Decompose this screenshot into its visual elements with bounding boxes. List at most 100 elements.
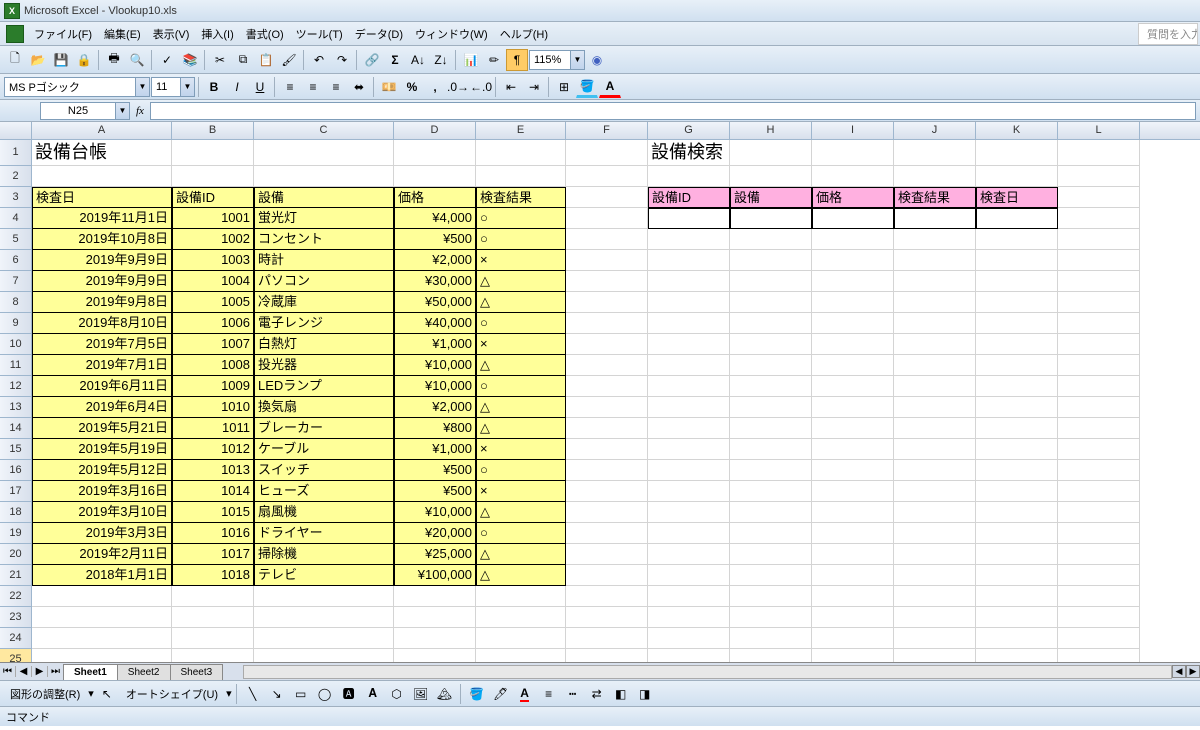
cell[interactable]: [566, 628, 648, 649]
cell-date[interactable]: 2019年5月19日: [32, 439, 172, 460]
paste-icon[interactable]: 📋: [255, 49, 277, 71]
cell-result[interactable]: ○: [476, 523, 566, 544]
row-header[interactable]: 7: [0, 271, 32, 292]
row-header[interactable]: 3: [0, 187, 32, 208]
row-header[interactable]: 12: [0, 376, 32, 397]
cell[interactable]: [812, 355, 894, 376]
col-header[interactable]: E: [476, 122, 566, 139]
cell[interactable]: [648, 439, 730, 460]
col-header[interactable]: C: [254, 122, 394, 139]
cell[interactable]: [976, 586, 1058, 607]
help-icon[interactable]: ◉: [586, 49, 608, 71]
cell[interactable]: [976, 313, 1058, 334]
cell[interactable]: [254, 586, 394, 607]
cell-price[interactable]: ¥2,000: [394, 397, 476, 418]
cell[interactable]: [812, 376, 894, 397]
cell[interactable]: [32, 586, 172, 607]
cell-id[interactable]: 1005: [172, 292, 254, 313]
cell[interactable]: [730, 229, 812, 250]
cell-name[interactable]: ブレーカー: [254, 418, 394, 439]
cell[interactable]: [566, 544, 648, 565]
cell[interactable]: [894, 418, 976, 439]
cell-id[interactable]: 1001: [172, 208, 254, 229]
cell-price[interactable]: ¥20,000: [394, 523, 476, 544]
cell-id[interactable]: 1010: [172, 397, 254, 418]
cell[interactable]: [648, 481, 730, 502]
cell[interactable]: [894, 140, 976, 166]
cell-result[interactable]: △: [476, 565, 566, 586]
cell[interactable]: [894, 439, 976, 460]
name-box-input[interactable]: [41, 105, 115, 117]
cell-name[interactable]: 扇風機: [254, 502, 394, 523]
cell[interactable]: [566, 376, 648, 397]
cell-id[interactable]: 1011: [172, 418, 254, 439]
drawing-icon[interactable]: ✏: [483, 49, 505, 71]
cell[interactable]: [894, 313, 976, 334]
cell[interactable]: [894, 565, 976, 586]
workbook-icon[interactable]: [6, 25, 24, 43]
cell[interactable]: [812, 439, 894, 460]
cell-date[interactable]: 2018年1月1日: [32, 565, 172, 586]
cell[interactable]: [976, 523, 1058, 544]
cell[interactable]: [566, 187, 648, 208]
cell-date[interactable]: 2019年5月21日: [32, 418, 172, 439]
cell[interactable]: [394, 628, 476, 649]
cell[interactable]: [32, 649, 172, 662]
cell[interactable]: [648, 586, 730, 607]
cell[interactable]: [566, 418, 648, 439]
search-header[interactable]: 設備: [730, 187, 812, 208]
cell-name[interactable]: 時計: [254, 250, 394, 271]
search-header[interactable]: 検査日: [976, 187, 1058, 208]
cell-date[interactable]: 2019年10月8日: [32, 229, 172, 250]
cell[interactable]: [976, 355, 1058, 376]
cell[interactable]: [894, 481, 976, 502]
cell[interactable]: [976, 271, 1058, 292]
cell-result[interactable]: ×: [476, 250, 566, 271]
cell[interactable]: [566, 523, 648, 544]
cell[interactable]: [894, 355, 976, 376]
row-header[interactable]: 4: [0, 208, 32, 229]
cell[interactable]: [1058, 271, 1140, 292]
cell[interactable]: [730, 586, 812, 607]
row-header[interactable]: 21: [0, 565, 32, 586]
cell[interactable]: [32, 607, 172, 628]
sort-asc-icon[interactable]: A↓: [407, 49, 429, 71]
spreadsheet-grid[interactable]: A B C D E F G H I J K L 1設備台帳設備検索23検査日設備…: [0, 122, 1200, 662]
cell[interactable]: [894, 649, 976, 662]
cell[interactable]: [172, 628, 254, 649]
cell[interactable]: [894, 523, 976, 544]
cell[interactable]: [812, 292, 894, 313]
cell-name[interactable]: コンセント: [254, 229, 394, 250]
cell[interactable]: [566, 649, 648, 662]
cell[interactable]: [894, 250, 976, 271]
underline-icon[interactable]: U: [249, 76, 271, 98]
cell-id[interactable]: 1015: [172, 502, 254, 523]
zoom-input[interactable]: [530, 51, 570, 69]
cell[interactable]: [894, 334, 976, 355]
search-header[interactable]: 価格: [812, 187, 894, 208]
cell[interactable]: [1058, 565, 1140, 586]
cell[interactable]: [1058, 229, 1140, 250]
cell-result[interactable]: ○: [476, 376, 566, 397]
font-combo[interactable]: ▼: [4, 77, 150, 97]
cell[interactable]: [648, 523, 730, 544]
cell-name[interactable]: テレビ: [254, 565, 394, 586]
cell[interactable]: [730, 565, 812, 586]
line-color-icon[interactable]: 🖊: [490, 683, 512, 705]
cell-price[interactable]: ¥100,000: [394, 565, 476, 586]
cell[interactable]: [566, 334, 648, 355]
dash-style-icon[interactable]: ┅: [562, 683, 584, 705]
row-header[interactable]: 23: [0, 607, 32, 628]
cell[interactable]: [566, 481, 648, 502]
cell[interactable]: [1058, 397, 1140, 418]
cell[interactable]: [394, 166, 476, 187]
cell[interactable]: [394, 607, 476, 628]
cell[interactable]: [730, 481, 812, 502]
cell[interactable]: [254, 166, 394, 187]
cell-result[interactable]: △: [476, 271, 566, 292]
cell[interactable]: [566, 586, 648, 607]
cell[interactable]: [812, 271, 894, 292]
ledger-header[interactable]: 価格: [394, 187, 476, 208]
cell-name[interactable]: ケーブル: [254, 439, 394, 460]
row-header[interactable]: 20: [0, 544, 32, 565]
